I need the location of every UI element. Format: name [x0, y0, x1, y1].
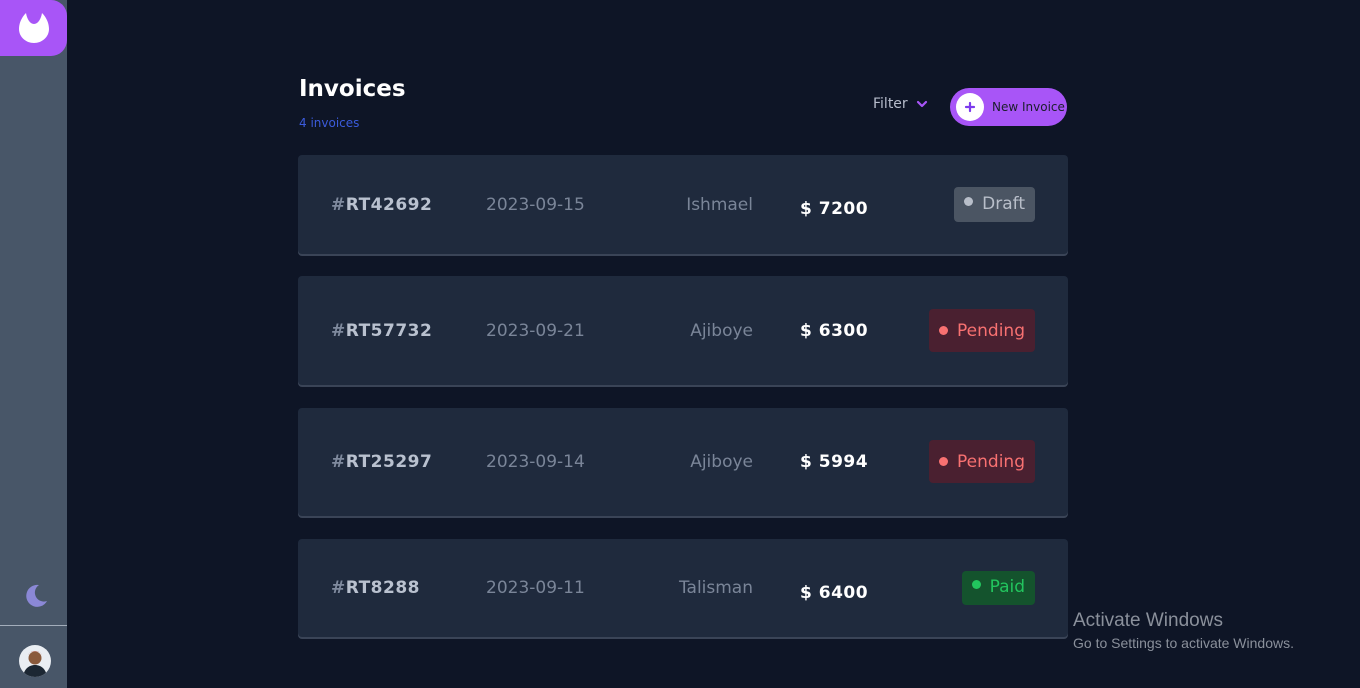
invoice-count: 4 invoices — [299, 116, 360, 130]
invoice-id: #RT42692 — [331, 195, 432, 215]
invoice-id-value: RT42692 — [345, 195, 433, 215]
plus-circle — [956, 93, 984, 121]
invoice-id: #RT25297 — [331, 452, 432, 472]
status-badge: Pending — [929, 309, 1035, 352]
invoice-date: 2023-09-14 — [486, 452, 585, 472]
watermark-subtitle: Go to Settings to activate Windows. — [1073, 635, 1294, 651]
new-invoice-label: New Invoice — [992, 100, 1065, 114]
status-badge: Draft — [954, 187, 1035, 222]
invoice-id: #RT8288 — [331, 578, 420, 598]
invoice-client: Ishmael — [686, 195, 753, 215]
avatar[interactable] — [19, 645, 51, 677]
status-dot-icon — [939, 326, 949, 335]
invoice-date: 2023-09-15 — [486, 195, 585, 215]
status-dot-icon — [964, 196, 974, 206]
invoice-row[interactable]: #RT8288 2023-09-11 Talisman $ 6400 Paid — [298, 539, 1068, 637]
status-label: Paid — [989, 577, 1025, 597]
invoice-date: 2023-09-11 — [486, 578, 585, 598]
invoice-date: 2023-09-21 — [486, 321, 585, 341]
invoice-client: Talisman — [678, 578, 753, 598]
invoice-amount: $ 5994 — [800, 452, 869, 472]
brand-logo-icon — [19, 13, 49, 43]
invoice-client: Ajiboye — [690, 452, 753, 472]
brand-logo[interactable] — [0, 0, 67, 56]
invoice-row[interactable]: #RT25297 2023-09-14 Ajiboye $ 5994 Pendi… — [298, 408, 1068, 516]
user-avatar-image — [19, 645, 51, 677]
theme-toggle-button[interactable] — [21, 582, 49, 614]
invoice-client: Ajiboye — [690, 321, 753, 341]
filter-dropdown[interactable]: Filter — [873, 96, 928, 112]
invoice-id-value: RT8288 — [345, 578, 420, 598]
filter-label: Filter — [873, 96, 908, 112]
invoice-id-hash: # — [331, 321, 346, 341]
invoice-row[interactable]: #RT42692 2023-09-15 Ishmael $ 7200 Draft — [298, 155, 1068, 254]
status-badge: Paid — [961, 571, 1035, 605]
page-title: Invoices — [299, 76, 406, 102]
invoice-id-value: RT57732 — [345, 321, 433, 341]
status-label: Pending — [957, 320, 1025, 341]
sidebar — [0, 0, 67, 688]
plus-icon — [964, 101, 976, 113]
invoice-amount: $ 7200 — [800, 199, 869, 219]
chevron-down-icon — [916, 100, 927, 108]
invoice-id: #RT57732 — [331, 321, 432, 341]
invoice-amount: $ 6300 — [800, 321, 869, 341]
watermark-title: Activate Windows — [1073, 610, 1223, 631]
windows-activation-watermark: Activate Windows Go to Settings to activ… — [1073, 610, 1294, 651]
status-label: Draft — [982, 193, 1025, 214]
moon-icon — [26, 584, 47, 607]
status-label: Pending — [957, 451, 1025, 472]
invoice-amount: $ 6400 — [800, 583, 869, 603]
new-invoice-button[interactable]: New Invoice — [950, 88, 1067, 126]
invoice-row[interactable]: #RT57732 2023-09-21 Ajiboye $ 6300 Pendi… — [298, 276, 1068, 385]
status-badge: Pending — [929, 440, 1035, 483]
invoice-id-hash: # — [331, 452, 346, 472]
status-dot-icon — [971, 580, 981, 589]
invoice-id-hash: # — [331, 578, 346, 598]
invoice-id-hash: # — [331, 195, 346, 215]
status-dot-icon — [939, 457, 949, 466]
sidebar-divider — [0, 625, 67, 626]
invoice-id-value: RT25297 — [345, 452, 433, 472]
